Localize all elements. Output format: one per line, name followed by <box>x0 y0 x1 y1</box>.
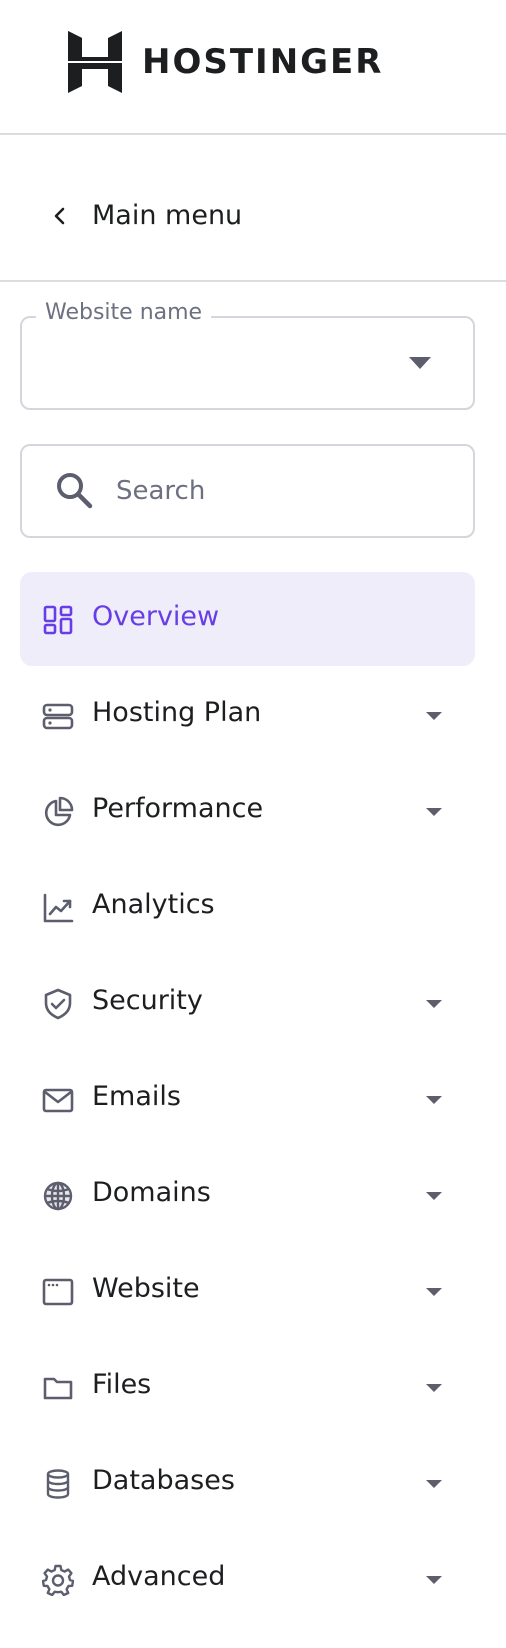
hostinger-logo-icon <box>68 31 122 93</box>
chevron-down-icon <box>426 1384 442 1392</box>
website-name-select[interactable] <box>20 316 475 410</box>
sidebar-item-website[interactable]: Website <box>20 1244 475 1338</box>
chevron-down-icon <box>426 1096 442 1104</box>
sidebar-item-databases[interactable]: Databases <box>20 1436 475 1530</box>
chevron-down-icon <box>426 1288 442 1296</box>
chevron-down-icon <box>426 1192 442 1200</box>
chevron-down-icon <box>426 712 442 720</box>
sidebar-item-files[interactable]: Files <box>20 1340 475 1434</box>
trend-chart-icon <box>43 893 74 923</box>
mail-icon <box>42 1088 74 1113</box>
dashboard-icon <box>43 605 73 635</box>
search-input[interactable] <box>114 470 458 512</box>
chevron-left-icon <box>54 207 65 225</box>
sidebar-item-security[interactable]: Security <box>20 956 475 1050</box>
website-name-label: Website name <box>36 300 212 325</box>
sidebar-item-label: Security <box>92 985 203 1016</box>
shield-icon <box>44 988 72 1020</box>
chevron-down-icon <box>426 1576 442 1584</box>
sidebar-item-label: Performance <box>92 793 264 824</box>
gear-icon <box>42 1564 74 1596</box>
chevron-down-icon <box>426 808 442 816</box>
sidebar-item-emails[interactable]: Emails <box>20 1052 475 1146</box>
sidebar-item-overview[interactable]: Overview <box>20 572 475 666</box>
sidebar-item-label: Emails <box>92 1081 181 1112</box>
sidebar-item-label: Files <box>92 1369 152 1400</box>
browser-window-icon <box>42 1278 74 1306</box>
pie-chart-icon <box>44 796 74 827</box>
folder-icon <box>43 1377 73 1400</box>
sidebar-item-domains[interactable]: Domains <box>20 1148 475 1242</box>
sidebar-item-label: Hosting Plan <box>92 697 262 728</box>
sidebar-item-label: Analytics <box>92 889 215 920</box>
sidebar-item-hosting-plan[interactable]: Hosting Plan <box>20 668 475 762</box>
sidebar-item-label: Databases <box>92 1465 235 1496</box>
sidebar-item-label: Domains <box>92 1177 211 1208</box>
sidebar-item-advanced[interactable]: Advanced <box>20 1532 475 1626</box>
globe-icon <box>43 1181 73 1211</box>
database-icon <box>46 1469 70 1499</box>
brand-logo[interactable]: HOSTINGER <box>68 31 383 93</box>
sidebar-item-analytics[interactable]: Analytics <box>20 860 475 954</box>
menu-divider <box>0 280 506 282</box>
chevron-down-icon <box>426 1480 442 1488</box>
sidebar-item-label: Overview <box>92 601 220 632</box>
header: HOSTINGER <box>0 0 506 136</box>
main-menu-label: Main menu <box>92 200 243 231</box>
chevron-down-icon <box>426 1000 442 1008</box>
sidebar-item-performance[interactable]: Performance <box>20 764 475 858</box>
main-menu-back-button[interactable]: Main menu <box>0 178 506 254</box>
dropdown-arrow-icon[interactable] <box>408 356 432 370</box>
search-icon <box>57 473 93 509</box>
sidebar-item-label: Advanced <box>92 1561 226 1592</box>
brand-name: HOSTINGER <box>142 42 384 82</box>
server-icon <box>42 703 74 730</box>
sidebar-item-label: Website <box>92 1273 200 1304</box>
header-divider <box>0 133 506 135</box>
